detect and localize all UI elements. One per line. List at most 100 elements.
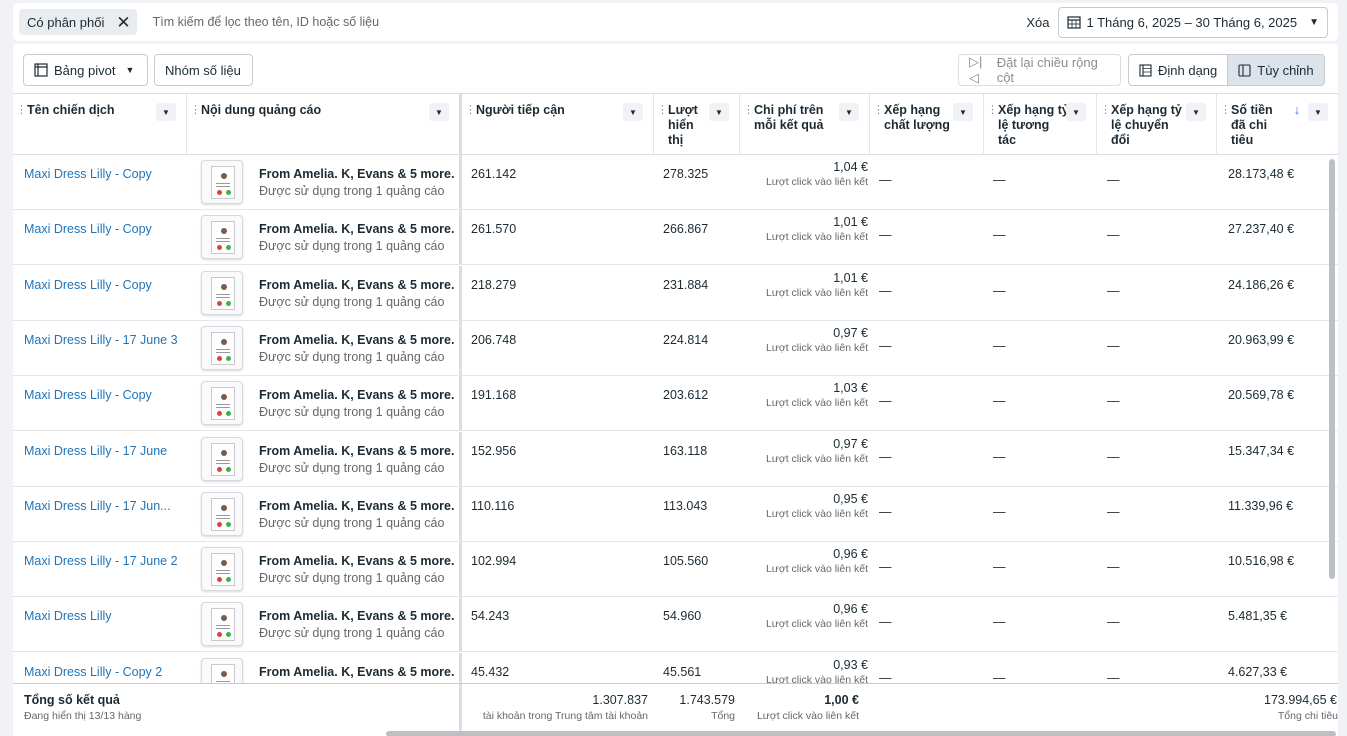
drag-handle-icon[interactable]: ⋮ xyxy=(1100,103,1111,118)
frozen-divider xyxy=(459,155,462,209)
reach-total: 1.307.837 xyxy=(592,693,648,707)
column-header-amount-spent[interactable]: ⋮ Số tiền đã chi tiêu ↓ ▼ xyxy=(1217,94,1338,155)
column-header-ad-content[interactable]: ⋮ Nội dung quảng cáo ▼ xyxy=(187,94,462,155)
table-row[interactable]: Maxi Dress Lilly - 17 June 3 From Amelia… xyxy=(13,320,1338,376)
ad-thumbnail[interactable] xyxy=(201,491,243,536)
frozen-divider xyxy=(459,376,462,431)
column-header-quality-ranking[interactable]: ⋮ Xếp hạng chất lượng ▼ xyxy=(870,94,984,155)
column-title: Chi phí trên mỗi kết quả xyxy=(754,103,824,132)
chevron-down-icon[interactable]: ▼ xyxy=(953,103,973,121)
ad-thumbnail[interactable] xyxy=(201,381,243,426)
metric-group-button[interactable]: Nhóm số liệu xyxy=(154,54,253,86)
drag-handle-icon[interactable]: ⋮ xyxy=(873,103,884,118)
column-title: Lượt hiển thị xyxy=(668,103,698,147)
chevron-down-icon[interactable]: ▼ xyxy=(839,103,859,121)
totals-title: Tổng số kết quả xyxy=(24,693,120,707)
cost-per-result-label: Lượt click vào liên kết xyxy=(765,673,868,683)
drag-handle-icon[interactable]: ⋮ xyxy=(465,103,476,118)
customize-button[interactable]: Tùy chỉnh xyxy=(1227,55,1324,85)
column-title: Số tiền đã chi tiêu xyxy=(1231,103,1273,147)
drag-handle-icon[interactable]: ⋮ xyxy=(1220,103,1231,118)
date-range-picker[interactable]: 1 Tháng 6, 2025 – 30 Tháng 6, 2025 ▼ xyxy=(1057,6,1328,38)
frozen-divider xyxy=(459,597,462,652)
pivot-button[interactable]: Bảng pivot ▼ xyxy=(23,54,148,86)
reach-value: 45.432 xyxy=(471,664,510,679)
ad-thumbnail[interactable] xyxy=(201,325,243,370)
column-title: Nội dung quảng cáo xyxy=(201,103,322,117)
column-header-engagement-ranking[interactable]: ⋮ Xếp hạng tỷ lệ tương tác ▼ xyxy=(984,94,1097,155)
column-header-reach[interactable]: ⋮ Người tiếp cận ▼ xyxy=(462,94,654,155)
format-icon xyxy=(1139,63,1152,77)
frozen-divider xyxy=(459,684,462,736)
drag-handle-icon[interactable]: ⋮ xyxy=(657,103,668,118)
format-button[interactable]: Định dạng xyxy=(1129,55,1227,85)
ad-thumbnail[interactable] xyxy=(201,657,243,683)
table-toolbar: Bảng pivot ▼ Nhóm số liệu ▷|◁ Đặt lại ch… xyxy=(13,44,1338,94)
ad-creative-title: From Amelia. K, Evans & 5 more. xyxy=(259,664,455,679)
view-toggle: Định dạng Tùy chỉnh xyxy=(1128,54,1325,86)
table-row[interactable]: Maxi Dress Lilly - Copy 2 From Amelia. K… xyxy=(13,652,1338,683)
column-resize-icon: ▷|◁ xyxy=(969,54,983,85)
table-row[interactable]: Maxi Dress Lilly - Copy From Amelia. K, … xyxy=(13,210,1338,266)
chevron-down-icon[interactable]: ▼ xyxy=(156,103,176,121)
pivot-icon xyxy=(34,63,48,77)
table-row[interactable]: Maxi Dress Lilly - Copy From Amelia. K, … xyxy=(13,376,1338,432)
table-row[interactable]: Maxi Dress Lilly - 17 June From Amelia. … xyxy=(13,431,1338,487)
ad-thumbnail[interactable] xyxy=(201,436,243,481)
chevron-down-icon[interactable]: ▼ xyxy=(1308,103,1328,121)
table-header: ⋮ Tên chiến dịch ▼ ⋮ Nội dung quảng cáo … xyxy=(13,93,1338,155)
drag-handle-icon[interactable]: ⋮ xyxy=(987,103,998,118)
chevron-down-icon: ▼ xyxy=(125,65,135,75)
date-range-label: 1 Tháng 6, 2025 – 30 Tháng 6, 2025 xyxy=(1086,14,1298,30)
spent-total: 173.994,65 € xyxy=(1264,693,1337,707)
drag-handle-icon[interactable]: ⋮ xyxy=(16,103,27,118)
ad-thumbnail[interactable] xyxy=(201,270,243,315)
chevron-down-icon[interactable]: ▼ xyxy=(1066,103,1086,121)
column-header-campaign[interactable]: ⋮ Tên chiến dịch ▼ xyxy=(13,94,187,155)
filter-chip-label: Có phân phối xyxy=(27,14,105,30)
chevron-down-icon[interactable]: ▼ xyxy=(1186,103,1206,121)
chevron-down-icon[interactable]: ▼ xyxy=(709,103,729,121)
table-row[interactable]: Maxi Dress Lilly From Amelia. K, Evans &… xyxy=(13,597,1338,653)
pivot-button-label: Bảng pivot xyxy=(54,62,116,78)
vertical-scrollbar[interactable] xyxy=(1329,159,1335,579)
filter-chip[interactable]: Có phân phối ✕ xyxy=(19,9,137,35)
clear-button[interactable]: Xóa xyxy=(1026,15,1049,30)
chevron-down-icon[interactable]: ▼ xyxy=(429,103,449,121)
drag-handle-icon[interactable]: ⋮ xyxy=(190,103,201,118)
campaign-name-link[interactable]: Maxi Dress Lilly - Copy 2 xyxy=(24,665,189,683)
chevron-down-icon: ▼ xyxy=(1309,16,1319,28)
impressions-value: 45.561 xyxy=(663,664,702,679)
engagement-ranking-value: — xyxy=(993,670,1006,683)
chevron-down-icon[interactable]: ▼ xyxy=(623,103,643,121)
table-row[interactable]: Maxi Dress Lilly - 17 June 2 From Amelia… xyxy=(13,542,1338,598)
rows-shown-label: Đang hiển thị 13/13 hàng xyxy=(24,710,142,722)
table-row[interactable]: Maxi Dress Lilly - Copy From Amelia. K, … xyxy=(13,265,1338,321)
drag-handle-icon[interactable]: ⋮ xyxy=(743,103,754,118)
search-input[interactable]: Tìm kiếm để lọc theo tên, ID hoặc số liệ… xyxy=(153,15,1027,29)
table-row[interactable]: Maxi Dress Lilly - Copy From Amelia. K, … xyxy=(13,155,1338,210)
column-header-cost-per-result[interactable]: ⋮ Chi phí trên mỗi kết quả ▼ xyxy=(740,94,870,155)
ad-thumbnail[interactable] xyxy=(201,215,243,260)
cost-total: 1,00 € xyxy=(824,693,859,707)
reset-width-label: Đặt lại chiều rộng cột xyxy=(996,55,1098,85)
column-header-conversion-ranking[interactable]: ⋮ Xếp hạng tỷ lệ chuyển đổi ▼ xyxy=(1097,94,1217,155)
reset-column-width-button[interactable]: ▷|◁ Đặt lại chiều rộng cột xyxy=(958,54,1121,86)
ad-thumbnail[interactable] xyxy=(201,602,243,647)
close-icon[interactable]: ✕ xyxy=(116,14,130,31)
column-title: Người tiếp cận xyxy=(476,103,565,117)
spent-total-note: Tổng chi tiêu xyxy=(1277,710,1338,722)
sort-descending-icon[interactable]: ↓ xyxy=(1294,103,1300,118)
frozen-divider xyxy=(459,542,462,597)
horizontal-scrollbar[interactable] xyxy=(386,731,1336,736)
frozen-divider xyxy=(459,431,462,486)
ad-thumbnail[interactable] xyxy=(201,547,243,592)
amount-spent-value: 4.627,33 € xyxy=(1228,664,1288,679)
report-panel: Bảng pivot ▼ Nhóm số liệu ▷|◁ Đặt lại ch… xyxy=(13,44,1338,736)
table-row[interactable]: Maxi Dress Lilly - 17 Jun... From Amelia… xyxy=(13,486,1338,542)
column-title: Xếp hạng tỷ lệ chuyển đổi xyxy=(1111,103,1182,147)
quality-ranking-value: — xyxy=(879,670,892,683)
ad-thumbnail[interactable] xyxy=(201,160,243,204)
column-header-impressions[interactable]: ⋮ Lượt hiển thị ▼ xyxy=(654,94,740,155)
conversion-ranking-value: — xyxy=(1107,670,1120,683)
